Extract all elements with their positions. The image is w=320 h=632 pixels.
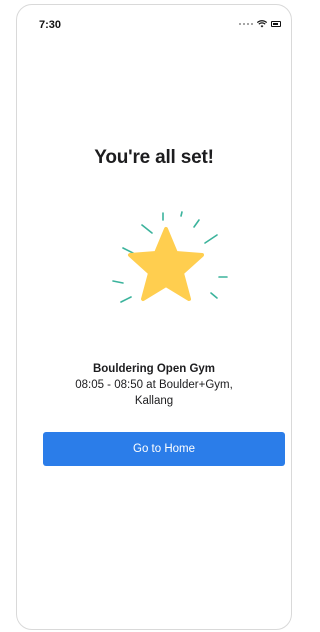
event-name: Bouldering Open Gym (92, 363, 216, 375)
status-icons (238, 20, 281, 28)
wifi-icon (257, 20, 267, 28)
event-details: Bouldering Open Gym 08:05 - 08:50 at Bou… (17, 361, 291, 409)
star-illustration (99, 203, 229, 323)
phone-frame: 7:30 You're all set! Bouldering Open Gym… (16, 4, 292, 630)
status-bar: 7:30 (17, 5, 291, 35)
event-location-cont: Kallang (134, 395, 174, 407)
signal-dots-icon (238, 22, 253, 26)
battery-icon (271, 21, 281, 27)
event-time-location: 08:05 - 08:50 at Boulder+Gym, (75, 379, 233, 391)
go-to-home-button[interactable]: Go to Home (43, 432, 285, 466)
status-time: 7:30 (39, 19, 62, 31)
star-icon (112, 211, 228, 303)
confirmation-title: You're all set! (94, 147, 214, 168)
